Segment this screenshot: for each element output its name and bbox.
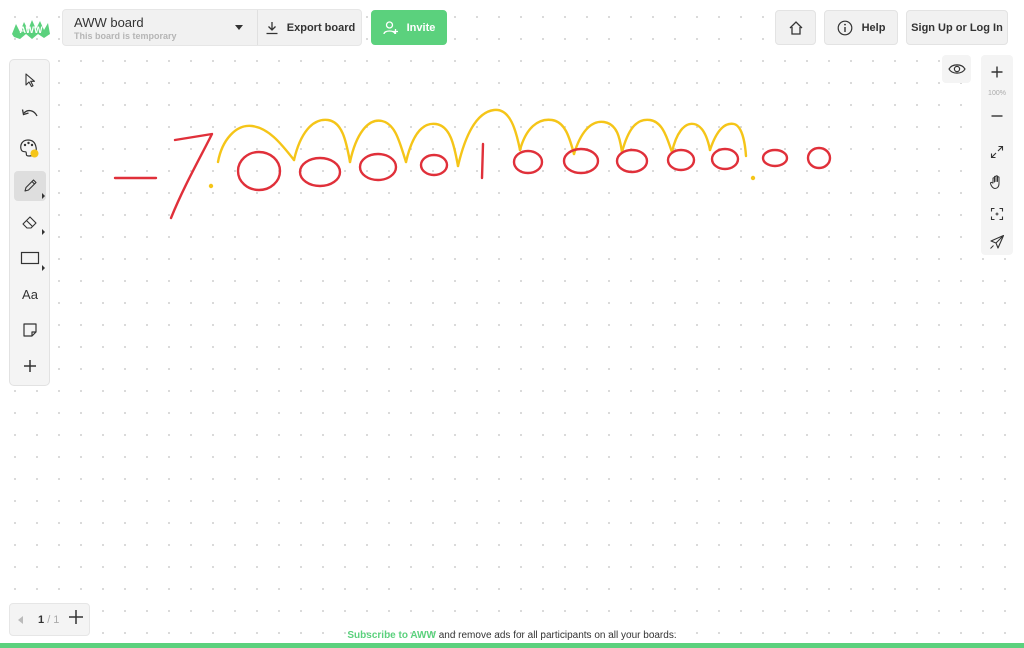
- page-indicator: 1 / 1: [38, 614, 59, 626]
- subscribe-footer: Subscribe to AWW and remove ads for all …: [0, 630, 1024, 641]
- bottom-accent-strip: [0, 643, 1024, 648]
- total-pages: / 1: [47, 614, 60, 626]
- previous-page-icon[interactable]: [18, 616, 23, 624]
- subscribe-link[interactable]: Subscribe to AWW: [347, 630, 436, 641]
- subscribe-text: and remove ads for all participants on a…: [435, 630, 677, 641]
- drawing-canvas[interactable]: [0, 0, 1024, 648]
- add-page-button[interactable]: [68, 609, 84, 625]
- current-page: 1: [38, 614, 45, 626]
- plus-icon: [69, 610, 83, 624]
